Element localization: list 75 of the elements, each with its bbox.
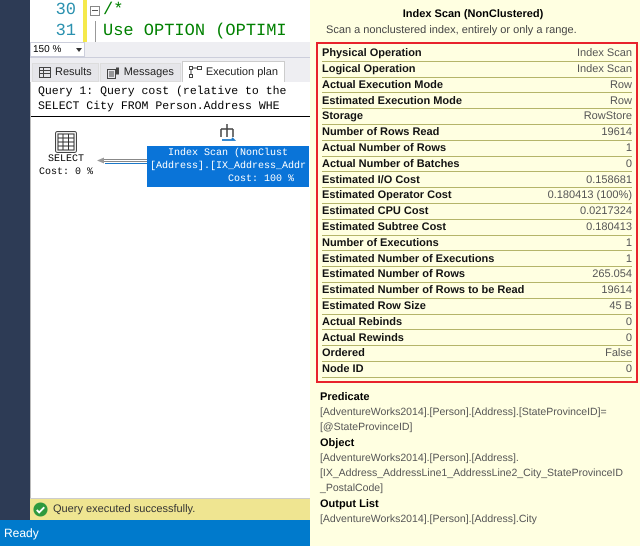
- plan-icon: [188, 66, 202, 78]
- node-label: SELECT: [48, 153, 84, 166]
- property-name: Logical Operation: [322, 62, 416, 77]
- property-value: Index Scan: [576, 62, 632, 77]
- property-value: 0.180413 (100%): [548, 188, 632, 204]
- code-line: Use OPTION (OPTIMI: [103, 23, 287, 40]
- property-value: 19614: [601, 125, 632, 140]
- property-value: 265.054: [592, 267, 632, 282]
- line-number: 30: [54, 2, 77, 19]
- property-name: Number of Rows Read: [322, 125, 440, 140]
- property-value: 0.0217324: [580, 204, 632, 220]
- property-value: Row: [610, 94, 632, 109]
- caret-icon: [76, 48, 82, 52]
- table-grid-icon: [55, 131, 77, 153]
- property-value: 1: [626, 252, 632, 267]
- arrow-connector: [97, 158, 147, 164]
- property-value: RowStore: [584, 109, 632, 124]
- property-value: 19614: [601, 283, 632, 298]
- property-name: Estimated Row Size: [322, 298, 426, 314]
- property-name: Actual Number of Batches: [322, 156, 460, 172]
- property-name: Estimated I/O Cost: [322, 172, 420, 188]
- property-name: Storage: [322, 109, 363, 124]
- status-text: Ready: [4, 525, 39, 542]
- property-name: Number of Executions: [322, 236, 439, 251]
- code-line: /*: [103, 2, 124, 19]
- section-heading: Object: [320, 436, 356, 451]
- property-value: 0.158681: [586, 172, 632, 188]
- query-header-text: SELECT City FROM Person.Address WHE: [38, 99, 281, 114]
- property-name: Estimated Number of Rows: [322, 267, 466, 282]
- result-tab[interactable]: Execution plan: [182, 61, 285, 82]
- property-value: 1: [626, 236, 632, 251]
- property-value: 0: [626, 314, 632, 330]
- property-value: 0: [626, 362, 632, 378]
- property-name: Estimated Operator Cost: [322, 188, 452, 204]
- property-name: Actual Number of Rows: [322, 140, 446, 156]
- property-value: 1: [626, 140, 632, 156]
- section-heading: Output List: [320, 496, 380, 512]
- property-value: 0.180413: [586, 220, 632, 235]
- document-icon: [106, 66, 120, 78]
- property-value: 45 B: [609, 298, 632, 314]
- property-name: Ordered: [322, 346, 365, 362]
- property-value: 0: [626, 156, 632, 172]
- success-check-icon: [33, 502, 48, 517]
- result-tab[interactable]: Messages: [100, 63, 181, 82]
- property-name: Actual Execution Mode: [322, 78, 444, 93]
- grid-icon: [39, 67, 51, 78]
- tooltip-title: Index Scan (NonClustered): [402, 7, 544, 21]
- section-heading: Predicate: [320, 390, 371, 405]
- property-name: Actual Rewinds: [322, 330, 404, 346]
- line-number: 31: [54, 23, 77, 40]
- plan-node[interactable]: Index Scan (NonClust [Address].[IX_Address_Addr Cost: 100 %: [147, 146, 309, 187]
- section-text: [AdventureWorks2014].[Person].[Address]. [IX_Address_AddressLine1_AddressLine2_City_StateProvinceID _PostalCode]: [320, 450, 624, 496]
- property-name: Estimated Subtree Cost: [322, 220, 446, 235]
- node-cost: Cost: 0 %: [39, 166, 94, 179]
- section-text: [AdventureWorks2014].[Person].[Address].[StateProvinceID]= [@StateProvinceID]: [320, 404, 608, 435]
- property-name: Estimated Number of Executions: [322, 252, 494, 267]
- zoom-dropdown[interactable]: 150 %: [30, 42, 85, 57]
- property-name: Node ID: [322, 362, 364, 378]
- property-value: False: [605, 346, 632, 362]
- collapse-icon[interactable]: [90, 6, 100, 16]
- tooltip-description: Scan a nonclustered index, entirely or only a range.: [326, 23, 578, 37]
- query-header-text: Query 1: Query cost (relative to the: [38, 84, 288, 99]
- property-value: 0: [626, 330, 632, 346]
- status-message: Query executed successfully.: [53, 502, 196, 518]
- property-name: Estimated Number of Rows to be Read: [322, 283, 524, 298]
- property-value: Index Scan: [576, 46, 632, 62]
- property-name: Estimated CPU Cost: [322, 204, 428, 220]
- section-text: [AdventureWorks2014].[Person].[Address].City: [320, 512, 538, 527]
- property-name: Actual Rebinds: [322, 314, 402, 330]
- result-tab[interactable]: Results: [32, 63, 99, 82]
- index-scan-icon: [218, 123, 238, 143]
- property-name: Physical Operation: [322, 46, 422, 62]
- zoom-value: 150 %: [33, 44, 62, 54]
- property-name: Estimated Execution Mode: [322, 94, 462, 109]
- property-value: Row: [610, 78, 632, 93]
